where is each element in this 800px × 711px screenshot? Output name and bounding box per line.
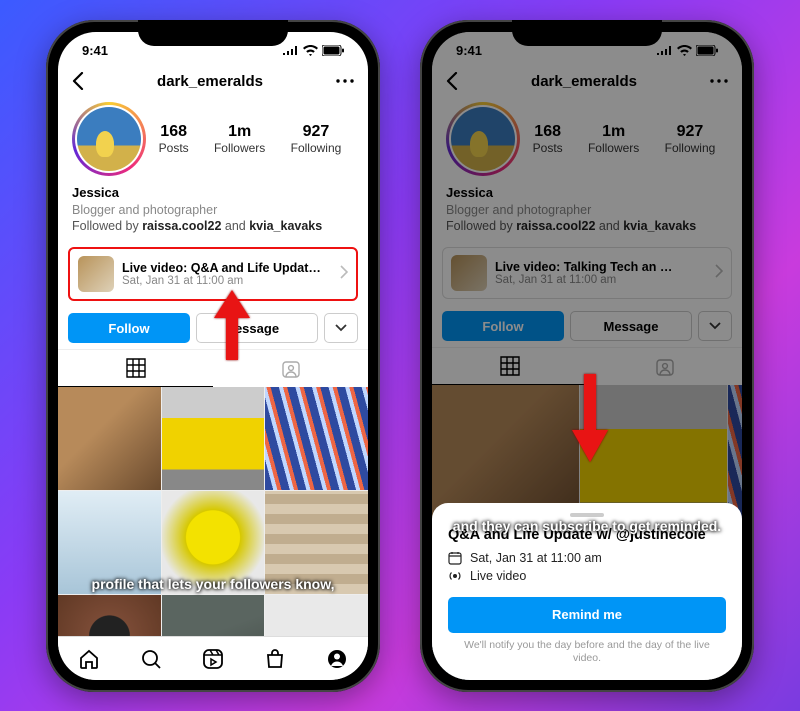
profile-header: dark_emeralds [58,68,368,98]
follow-button[interactable]: Follow [68,313,190,343]
back-button[interactable] [72,72,84,90]
bio-category: Blogger and photographer [72,202,354,219]
avatar [77,107,141,171]
bio-name: Jessica [72,184,354,202]
home-icon [78,648,100,670]
annotation-arrow-up [210,288,254,362]
sheet-grabber[interactable] [570,513,604,517]
status-time: 9:41 [82,43,108,58]
calendar-icon [448,551,462,565]
stat-posts[interactable]: 168 Posts [159,123,189,155]
notch [138,20,288,46]
post-tile[interactable] [58,595,161,636]
nav-reels[interactable] [202,648,224,670]
annotation-arrow-down [568,374,612,464]
post-tile[interactable] [58,491,161,594]
post-tile[interactable] [265,595,368,636]
followed-by: Followed by raissa.cool22 and kvia_kavak… [72,218,354,235]
more-horizontal-icon [336,79,354,83]
nav-shop[interactable] [264,648,286,670]
sheet-title: Q&A and Life Update w/ @justinecole [448,527,726,543]
status-indicators [283,45,344,56]
posts-grid [58,387,368,636]
wifi-icon [303,45,318,56]
post-tile[interactable] [265,387,368,490]
chevron-down-icon [335,324,347,332]
live-details-sheet: Q&A and Life Update w/ @justinecole Sat,… [432,503,742,680]
live-thumbnail [78,256,114,292]
post-tile[interactable] [162,387,265,490]
notch [512,20,662,46]
shop-icon [264,648,286,670]
screen-right: 9:41 dark_emeralds 168Posts 1mFollowers [432,32,742,680]
tagged-icon [281,359,301,379]
profile-more-button[interactable] [336,79,354,83]
post-tile[interactable] [58,387,161,490]
battery-icon [322,45,344,56]
profile-username: dark_emeralds [157,73,263,90]
nav-home[interactable] [78,648,100,670]
phone-right: 9:41 dark_emeralds 168Posts 1mFollowers [420,20,754,692]
bottom-nav [58,636,368,680]
post-tile[interactable] [265,491,368,594]
tab-posts[interactable] [58,350,213,387]
sheet-type-row: Live video [448,569,726,583]
stat-following[interactable]: 927 Following [291,123,342,155]
sheet-note: We'll notify you the day before and the … [448,639,726,666]
reels-icon [202,648,224,670]
remind-me-button[interactable]: Remind me [448,597,726,633]
suggested-dropdown-button[interactable] [324,313,358,343]
live-date: Sat, Jan 31 at 11:00 am [122,275,332,287]
post-tile[interactable] [162,595,265,636]
signal-icon [283,45,299,55]
screen-left: 9:41 dark_emeralds 168 Pos [58,32,368,680]
phone-left: 9:41 dark_emeralds 168 Pos [46,20,380,692]
grid-icon [126,358,146,378]
chevron-right-icon [340,265,348,284]
bio-section: Jessica Blogger and photographer Followe… [58,182,368,241]
profile-icon [326,648,348,670]
profile-row: 168 Posts 1m Followers 927 Following [58,98,368,182]
broadcast-icon [448,569,462,583]
post-tile[interactable] [162,491,265,594]
stat-followers[interactable]: 1m Followers [214,123,265,155]
nav-search[interactable] [140,648,162,670]
nav-profile[interactable] [326,648,348,670]
sheet-date-row: Sat, Jan 31 at 11:00 am [448,551,726,565]
live-title: Live video: Q&A and Life Updat… [122,261,332,275]
search-icon [140,648,162,670]
story-ring[interactable] [72,102,146,176]
